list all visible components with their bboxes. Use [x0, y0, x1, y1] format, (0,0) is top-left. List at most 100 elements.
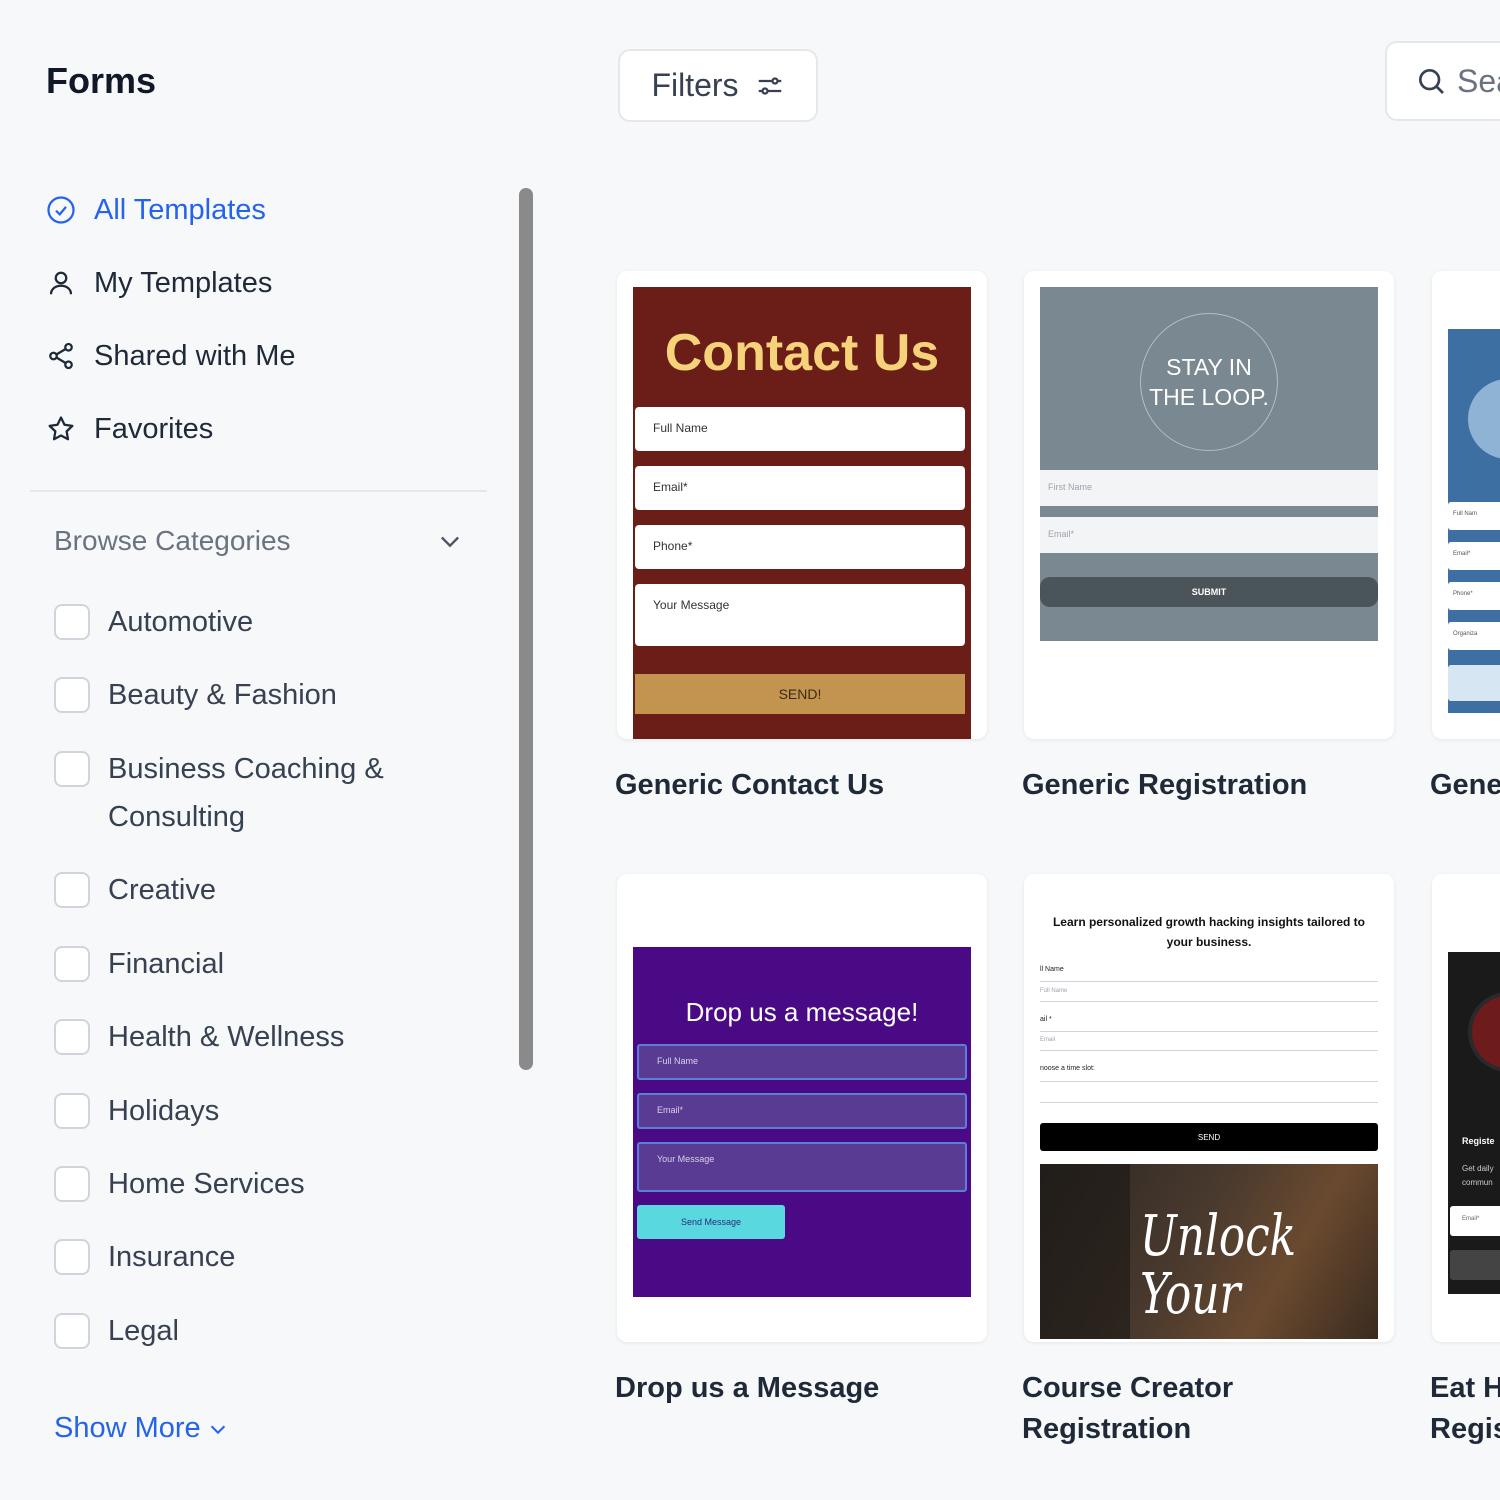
show-more-link[interactable]: Show More	[54, 1412, 229, 1445]
template-card[interactable]: Drop us a message! Full Name Email* Your…	[617, 874, 987, 1342]
template-card[interactable]: Registe Get daily commun Email*	[1432, 874, 1500, 1342]
preview-button	[1450, 1250, 1500, 1280]
category-checkbox[interactable]	[54, 604, 90, 640]
search-text: Sea	[1457, 62, 1500, 99]
nav-my-templates[interactable]: My Templates	[46, 261, 272, 305]
preview-field: Phone*	[635, 525, 965, 569]
nav-shared-with-me[interactable]: Shared with Me	[46, 334, 296, 378]
search-icon	[1419, 69, 1444, 94]
chevron-down-icon	[210, 1425, 225, 1434]
nav-all-templates[interactable]: All Templates	[46, 188, 266, 232]
preview-field: Email*	[635, 466, 965, 510]
check-circle-icon	[47, 196, 75, 224]
category-label: Business Coaching & Consulting	[108, 753, 384, 833]
preview-button: Send Message	[637, 1205, 785, 1239]
preview-label: noose a time slot:	[1040, 1065, 1095, 1072]
show-more-label: Show More	[54, 1412, 201, 1444]
category-beauty-fashion[interactable]: Beauty & Fashion	[54, 671, 337, 719]
sliders-icon	[758, 76, 781, 95]
category-legal[interactable]: Legal	[54, 1307, 179, 1355]
category-checkbox[interactable]	[54, 872, 90, 908]
category-financial[interactable]: Financial	[54, 940, 224, 988]
category-checkbox[interactable]	[54, 1313, 90, 1349]
sidebar-scrollbar[interactable]	[519, 188, 533, 1070]
category-checkbox[interactable]	[54, 946, 90, 982]
template-preview: Learn personalized growth hacking insigh…	[1040, 912, 1378, 1342]
category-insurance[interactable]: Insurance	[54, 1233, 235, 1281]
template-preview: Registe Get daily commun Email*	[1448, 952, 1500, 1294]
preview-heading: Contact Us	[664, 324, 940, 382]
preview-divider	[1040, 1102, 1378, 1103]
template-card[interactable]: Contact Us Full Name Email* Phone* Your …	[617, 271, 987, 739]
category-holidays[interactable]: Holidays	[54, 1087, 219, 1135]
category-label: Holidays	[108, 1095, 220, 1127]
preview-divider	[1040, 1001, 1378, 1002]
template-title[interactable]: Generic Contact Us	[615, 765, 884, 806]
category-label: Automotive	[108, 606, 254, 638]
template-card[interactable]: Learn personalized growth hacking insigh…	[1024, 874, 1394, 1342]
preview-field: First Name	[1040, 470, 1378, 506]
chevron-down-icon	[441, 536, 459, 548]
template-title[interactable]: Drop us a Message	[615, 1368, 879, 1409]
category-checkbox[interactable]	[54, 1239, 90, 1275]
star-icon	[48, 416, 74, 441]
preview-text: Get daily commun	[1462, 1164, 1494, 1187]
preview-field: Phone*	[1448, 582, 1500, 610]
preview-field: Organiza	[1448, 622, 1500, 650]
category-label: Health & Wellness	[108, 1021, 345, 1053]
template-title[interactable]: Course Creator Registration	[1022, 1368, 1322, 1450]
template-preview: Full Nam Email* Phone* Organiza	[1448, 329, 1500, 713]
category-checkbox[interactable]	[54, 1019, 90, 1055]
category-checkbox[interactable]	[54, 1093, 90, 1129]
category-home-services[interactable]: Home Services	[54, 1160, 305, 1208]
nav-favorites[interactable]: Favorites	[46, 407, 213, 451]
category-checkbox[interactable]	[54, 677, 90, 713]
category-automotive[interactable]: Automotive	[54, 598, 253, 646]
template-card[interactable]: Full Nam Email* Phone* Organiza	[1432, 271, 1500, 739]
preview-image	[1468, 992, 1500, 1072]
nav-label: Favorites	[94, 412, 214, 445]
category-checkbox[interactable]	[54, 1166, 90, 1202]
category-checkbox[interactable]	[54, 751, 90, 787]
template-card[interactable]: STAY IN THE LOOP. First Name Email* SUBM…	[1024, 271, 1394, 739]
preview-field: Email*	[1450, 1206, 1500, 1236]
preview-divider	[1040, 1081, 1378, 1082]
preview-label: ail *	[1040, 1016, 1052, 1023]
template-title[interactable]: Gene	[1430, 765, 1500, 806]
template-preview: Contact Us Full Name Email* Phone* Your …	[633, 287, 971, 739]
preview-divider	[1040, 981, 1378, 982]
preview-placeholder: Full Name	[1040, 988, 1068, 994]
sidebar-divider	[30, 490, 487, 492]
preview-field: Email*	[637, 1093, 967, 1129]
template-preview: Drop us a message! Full Name Email* Your…	[633, 947, 971, 1297]
preview-image	[1468, 379, 1500, 459]
preview-field: Full Name	[637, 1044, 967, 1080]
preview-button	[1448, 665, 1500, 701]
preview-placeholder: Email	[1040, 1037, 1056, 1043]
preview-heading: STAY IN THE LOOP.	[1140, 313, 1278, 451]
browse-categories-label: Browse Categories	[54, 525, 291, 556]
browse-categories-toggle[interactable]: Browse Categories	[54, 525, 464, 557]
template-title[interactable]: Eat H Regis	[1430, 1368, 1500, 1450]
preview-divider	[1040, 1050, 1378, 1051]
filters-button[interactable]: Filters	[618, 49, 818, 122]
sidebar-title: Forms	[46, 60, 157, 101]
nav-label: My Templates	[94, 266, 273, 299]
preview-field: Your Message	[635, 584, 965, 646]
category-business-coaching[interactable]: Business Coaching & Consulting	[54, 745, 414, 841]
nav-label: Shared with Me	[94, 339, 296, 372]
user-icon	[49, 271, 73, 295]
laptop-shape	[1040, 1164, 1130, 1339]
preview-divider	[1040, 1031, 1378, 1032]
category-health-wellness[interactable]: Health & Wellness	[54, 1013, 344, 1061]
preview-heading: Registe	[1462, 1136, 1495, 1146]
preview-button: SEND	[1040, 1123, 1378, 1151]
category-creative[interactable]: Creative	[54, 866, 216, 914]
template-title[interactable]: Generic Registration	[1022, 765, 1307, 806]
search-input[interactable]: Sea	[1385, 41, 1500, 121]
preview-image: Unlock Your	[1040, 1164, 1378, 1339]
preview-field: Full Name	[635, 407, 965, 451]
template-preview: STAY IN THE LOOP. First Name Email* SUBM…	[1040, 287, 1378, 641]
category-label: Creative	[108, 874, 216, 906]
category-label: Legal	[108, 1315, 179, 1347]
